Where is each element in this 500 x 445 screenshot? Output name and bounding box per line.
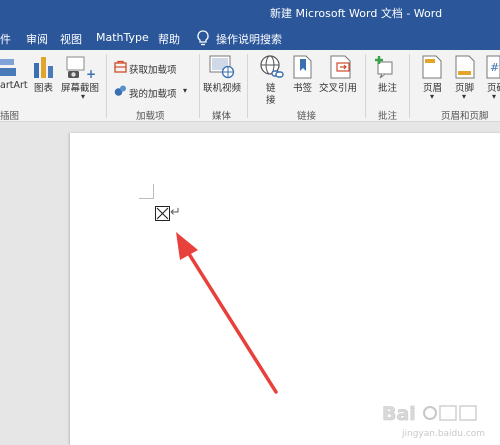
- ribbon-tabs: 件 审阅 视图 MathType 帮助 操作说明搜索: [0, 24, 500, 50]
- margin-corner-mark: [153, 184, 154, 199]
- my-addins-button[interactable]: 我的加载项: [129, 86, 177, 100]
- tell-me-search[interactable]: 操作说明搜索: [216, 31, 282, 47]
- lightbulb-icon: [197, 30, 209, 46]
- header-dropdown-icon[interactable]: ▾: [430, 92, 434, 101]
- tab-view[interactable]: 视图: [60, 31, 82, 47]
- smartart-button[interactable]: artArt: [0, 80, 28, 91]
- chart-icon[interactable]: [33, 55, 55, 79]
- group-divider: [199, 54, 200, 118]
- header-icon[interactable]: [422, 55, 442, 79]
- bookmark-button[interactable]: 书签: [293, 80, 312, 94]
- new-comment-icon[interactable]: [374, 55, 396, 79]
- chart-button[interactable]: 图表: [34, 80, 53, 94]
- footer-icon[interactable]: [455, 55, 475, 79]
- page-number-dropdown-icon[interactable]: ▾: [492, 92, 496, 101]
- annotation-arrow-icon: [176, 232, 278, 394]
- page-number-icon[interactable]: #: [486, 55, 500, 79]
- screenshot-dropdown-icon[interactable]: ▾: [81, 92, 85, 101]
- smartart-icon[interactable]: [0, 56, 18, 78]
- link-icon[interactable]: [259, 54, 285, 80]
- ribbon: artArt 图表 + 屏幕截图 ▾ 插图 获取加载项 我的加载项 ▾ 加载项 …: [0, 50, 500, 122]
- group-label-addins: 加载项: [136, 111, 165, 122]
- tab-review[interactable]: 审阅: [26, 31, 48, 47]
- left-margin-area: [0, 123, 70, 445]
- x-mark-icon: [156, 207, 169, 220]
- group-divider: [247, 54, 248, 118]
- bookmark-icon[interactable]: [292, 55, 314, 79]
- svg-text:jingyan.baidu.com: jingyan.baidu.com: [401, 429, 485, 439]
- screenshot-icon[interactable]: +: [66, 56, 96, 80]
- online-video-button[interactable]: 联机视频: [203, 80, 241, 94]
- get-addins-button[interactable]: 获取加载项: [129, 62, 177, 76]
- window-title: 新建 Microsoft Word 文档 - Word: [270, 7, 443, 20]
- link-button-line2[interactable]: 接: [266, 92, 276, 106]
- footer-dropdown-icon[interactable]: ▾: [462, 92, 466, 101]
- tab-insert[interactable]: 件: [0, 31, 11, 47]
- group-label-links: 链接: [297, 111, 317, 122]
- group-divider: [409, 54, 410, 118]
- tab-help[interactable]: 帮助: [158, 31, 180, 47]
- group-divider: [365, 54, 366, 118]
- group-divider: [106, 54, 107, 118]
- online-video-icon[interactable]: [209, 55, 235, 79]
- checkbox-symbol[interactable]: [155, 206, 170, 221]
- title-bar: 新建 Microsoft Word 文档 - Word: [0, 0, 500, 24]
- my-addins-dropdown-icon[interactable]: ▾: [183, 86, 187, 95]
- svg-text:Bai: Bai: [382, 403, 416, 425]
- paragraph-return-mark: ↵: [170, 205, 181, 220]
- watermark-logo-icon: Bai jingyan.baidu.com: [382, 403, 485, 439]
- cross-reference-button[interactable]: 交叉引用: [319, 80, 357, 94]
- svg-text:+: +: [86, 67, 96, 80]
- new-comment-button[interactable]: 批注: [378, 80, 397, 94]
- group-label-illustrations: 插图: [0, 111, 20, 122]
- store-icon: [114, 60, 127, 73]
- screenshot-button[interactable]: 屏幕截图: [61, 80, 99, 94]
- margin-corner-mark: [139, 198, 153, 199]
- group-label-header-footer: 页眉和页脚: [441, 111, 489, 122]
- my-addins-icon: [114, 85, 126, 96]
- group-label-media: 媒体: [212, 111, 232, 122]
- group-label-comments: 批注: [378, 111, 398, 122]
- cross-reference-icon[interactable]: [329, 55, 353, 79]
- tab-mathtype[interactable]: MathType: [96, 31, 149, 44]
- svg-text:#: #: [490, 61, 499, 74]
